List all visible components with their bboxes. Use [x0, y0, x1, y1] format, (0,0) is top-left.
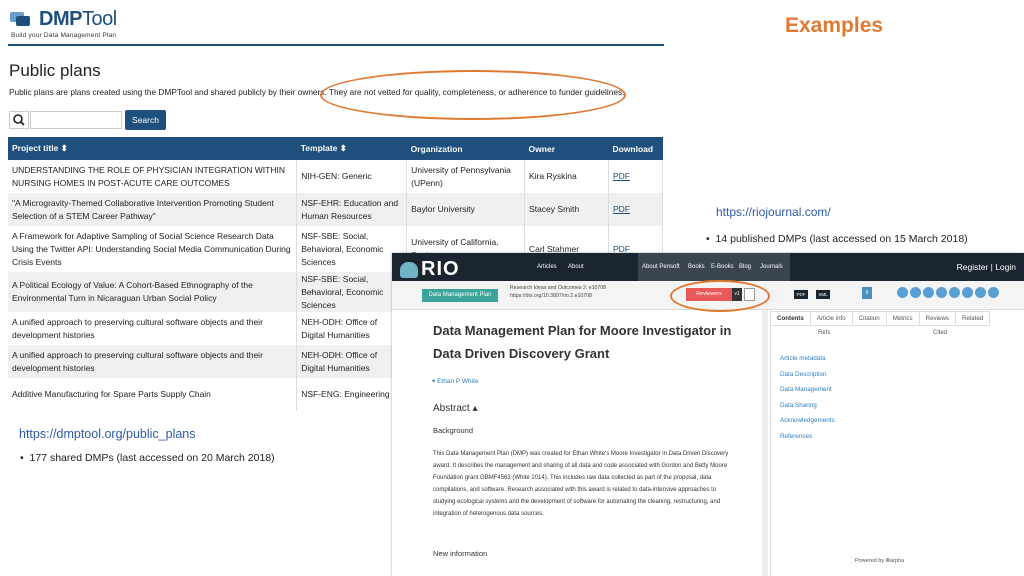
- dmptool-logo-icon: [10, 10, 36, 30]
- page-title: Public plans: [9, 61, 101, 80]
- column-project-title[interactable]: Project title ⬍: [8, 137, 297, 160]
- link-references[interactable]: References: [780, 429, 835, 445]
- dmptool-bullet: • 177 shared DMPs (last accessed on 20 M…: [20, 452, 275, 464]
- cell-template: NEH-ODH: Office of Digital Humanities: [296, 312, 408, 345]
- cell-template: NEH-ODH: Office of Digital Humanities: [296, 345, 408, 378]
- rio-logo[interactable]: RIO: [400, 258, 460, 281]
- dmptool-logo[interactable]: DMPTool: [10, 8, 117, 31]
- register-login-link[interactable]: Register | Login: [957, 262, 1016, 272]
- pdf-download-button[interactable]: PDF: [794, 290, 808, 299]
- cell-organization: Baylor University: [406, 193, 526, 226]
- article-scrollbar[interactable]: [762, 310, 768, 576]
- background-heading: Background: [433, 426, 474, 435]
- cell-organization: University of Pennsylvania (UPenn): [406, 160, 526, 193]
- powered-by-arpha: Powered by ⦾arpha: [855, 558, 905, 564]
- link-data-description[interactable]: Data Description: [780, 367, 835, 383]
- cell-project-title: A Political Ecology of Value: A Cohort-B…: [8, 272, 298, 312]
- tagline: Build your Data Management Plan: [11, 32, 117, 39]
- print-icon[interactable]: [975, 287, 986, 298]
- new-information-heading: New information: [433, 549, 488, 558]
- bullet-dot: •: [20, 452, 24, 464]
- cell-project-title: UNDERSTANDING THE ROLE OF PHYSICIAN INTE…: [8, 160, 298, 193]
- table-header-row: Project title ⬍ Template ⬍ Organization …: [8, 137, 663, 160]
- column-owner: Owner: [524, 137, 609, 160]
- logo-dmp: DMP: [39, 8, 82, 30]
- sidebar-tabs: Contents Article info Citation Metrics R…: [770, 311, 991, 326]
- tab-reviews[interactable]: Reviews: [918, 311, 957, 326]
- count-badge[interactable]: 6: [862, 287, 872, 299]
- article-type-badge: Data Management Plan: [422, 289, 498, 302]
- nav-blog[interactable]: Blog: [739, 264, 751, 270]
- abstract-body: This Data Management Plan (DMP) was crea…: [433, 451, 729, 517]
- column-organization: Organization: [406, 137, 525, 160]
- subtab-cited[interactable]: Cited: [933, 330, 947, 336]
- cell-owner: Kira Ryskina: [524, 160, 609, 193]
- cell-template: NSF-ENG: Engineering: [296, 378, 408, 411]
- cell-project-title: "A Microgravity-Themed Collaborative Int…: [8, 193, 298, 226]
- elephant-icon: [400, 261, 418, 278]
- rio-url[interactable]: https://riojournal.com/: [716, 205, 831, 219]
- link-article-metadata[interactable]: Article metadata: [780, 351, 835, 367]
- cell-project-title: A Framework for Adaptive Sampling of Soc…: [8, 226, 298, 272]
- cell-download-link[interactable]: PDF: [608, 160, 664, 193]
- cell-project-title: A unified approach to preserving cultura…: [8, 312, 298, 345]
- header-divider: [8, 44, 664, 46]
- link-acknowledgements[interactable]: Acknowledgements: [780, 413, 835, 429]
- subtab-refs[interactable]: Refs: [818, 330, 830, 336]
- twitter-icon[interactable]: [897, 287, 908, 298]
- share-icon[interactable]: [988, 287, 999, 298]
- cell-template: NSF-SBE: Social, Behavioral, Economic Sc…: [296, 226, 408, 272]
- nav-about[interactable]: About: [568, 264, 584, 270]
- tab-metrics[interactable]: Metrics: [885, 311, 920, 326]
- mendeley-icon[interactable]: [936, 287, 947, 298]
- rss-icon[interactable]: [962, 287, 973, 298]
- column-template[interactable]: Template ⬍: [296, 137, 407, 160]
- tab-article-info[interactable]: Article info: [809, 311, 853, 326]
- dmptool-bullet-text: 177 shared DMPs (last accessed on 20 Mar…: [29, 452, 275, 464]
- link-data-management[interactable]: Data Management: [780, 382, 835, 398]
- nav-journals[interactable]: Journals: [760, 264, 783, 270]
- slide-heading: Examples: [785, 14, 884, 37]
- googleplus-icon[interactable]: [923, 287, 934, 298]
- bullet-dot: •: [706, 233, 710, 245]
- cell-project-title: Additive Manufacturing for Spare Parts S…: [8, 378, 298, 411]
- tab-contents[interactable]: Contents: [770, 311, 811, 326]
- article-reference: Research Ideas and Outcomes 2: e10708 ht…: [510, 284, 606, 300]
- link-data-sharing[interactable]: Data Sharing: [780, 398, 835, 414]
- cell-owner: Stacey Smith: [524, 193, 609, 226]
- contents-list: Article metadata Data Description Data M…: [780, 351, 835, 444]
- rio-logo-text: RIO: [421, 258, 460, 280]
- email-icon[interactable]: [949, 287, 960, 298]
- cell-project-title: A unified approach to preserving cultura…: [8, 345, 298, 378]
- cell-download-link[interactable]: PDF: [608, 193, 664, 226]
- annotation-oval-disclaimer: [320, 70, 626, 120]
- nav-ebooks[interactable]: E-Books: [711, 264, 734, 270]
- annotation-oval-reviewers: [670, 280, 770, 312]
- article-author[interactable]: ▾ Ethan P White: [432, 377, 479, 385]
- dmptool-url[interactable]: https://dmptool.org/public_plans: [19, 427, 196, 441]
- tab-related[interactable]: Related: [955, 311, 991, 326]
- table-row: "A Microgravity-Themed Collaborative Int…: [8, 193, 664, 226]
- ref-doi[interactable]: https://doi.org/10.3897/rio.2.e10708: [510, 292, 606, 300]
- table-row: UNDERSTANDING THE ROLE OF PHYSICIAN INTE…: [8, 160, 664, 193]
- cell-template: NSF-SBE: Social, Behavioral, Economic Sc…: [296, 272, 408, 312]
- search-button[interactable]: Search: [125, 110, 166, 130]
- cell-template: NSF-EHR: Education and Human Resources: [296, 193, 408, 226]
- rio-bullet: • 14 published DMPs (last accessed on 15…: [706, 232, 1006, 246]
- abstract-heading[interactable]: Abstract ▴: [433, 403, 477, 414]
- cell-template: NIH-GEN: Generic: [296, 160, 408, 193]
- ref-journal: Research Ideas and Outcomes 2: e10708: [510, 285, 607, 291]
- facebook-icon[interactable]: [910, 287, 921, 298]
- nav-books[interactable]: Books: [688, 264, 705, 270]
- column-download: Download: [608, 137, 663, 160]
- search-input[interactable]: [30, 111, 122, 129]
- xml-download-button[interactable]: XML: [816, 290, 830, 299]
- article-title: Data Management Plan for Moore Investiga…: [433, 323, 732, 361]
- tab-citation[interactable]: Citation: [851, 311, 887, 326]
- rio-bullet-text: 14 published DMPs (last accessed on 15 M…: [715, 233, 968, 245]
- magnifier-icon: [9, 111, 29, 129]
- nav-about-pensoft[interactable]: About Pensoft: [642, 264, 680, 270]
- logo-tool: Tool: [81, 8, 117, 30]
- nav-articles[interactable]: Articles: [537, 264, 557, 270]
